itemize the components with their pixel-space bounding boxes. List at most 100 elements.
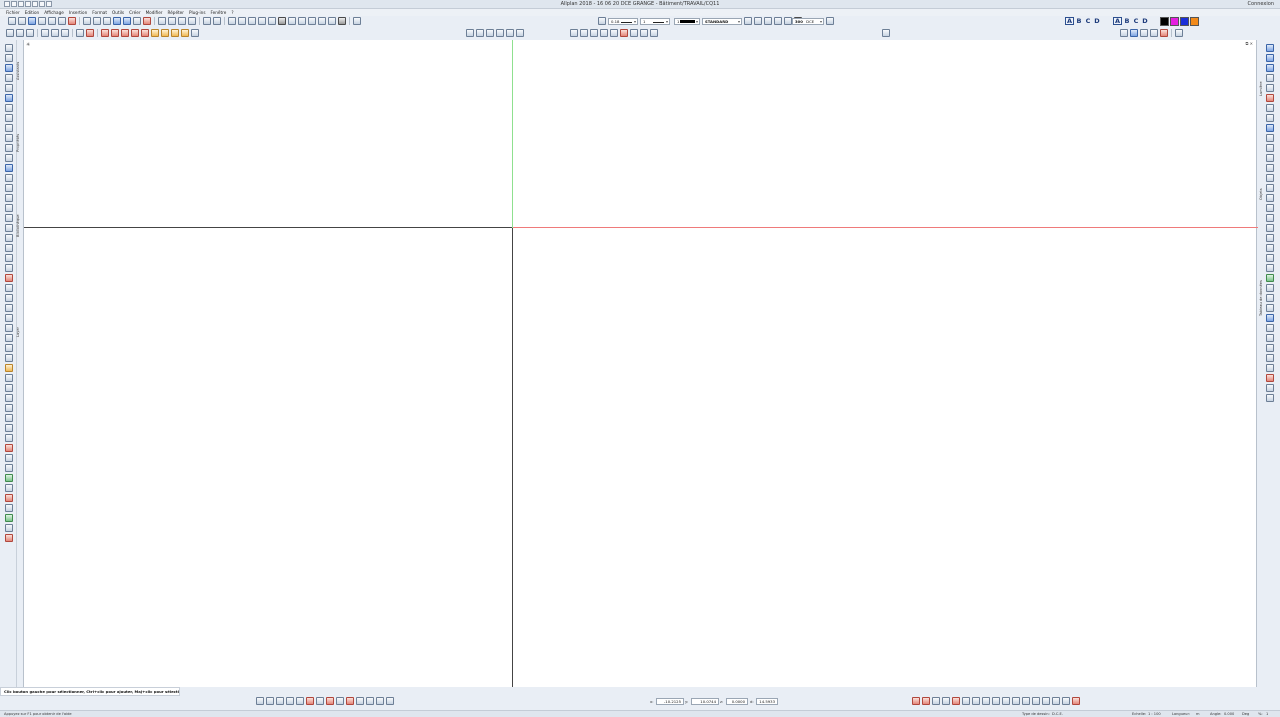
- snap-midpoint-icon[interactable]: [600, 29, 608, 37]
- user-login[interactable]: Connexion: [1248, 1, 1274, 7]
- edit-tool-icon-5[interactable]: [952, 697, 960, 705]
- legend-icon[interactable]: [5, 394, 13, 402]
- menu-modifier[interactable]: Modifier: [146, 9, 163, 16]
- opening-tool-icon[interactable]: [151, 29, 159, 37]
- fill-icon[interactable]: [5, 184, 13, 192]
- block-icon[interactable]: [5, 204, 13, 212]
- site-icon[interactable]: [5, 484, 13, 492]
- point-mode-icon-3[interactable]: [276, 697, 284, 705]
- object-icon-23[interactable]: [1266, 294, 1274, 302]
- circle-icon[interactable]: [5, 74, 13, 82]
- stair-icon[interactable]: [268, 17, 276, 25]
- roof-icon[interactable]: [258, 17, 266, 25]
- column-tool-icon[interactable]: [111, 29, 119, 37]
- delete-icon[interactable]: [143, 17, 151, 25]
- snap-point-icon[interactable]: [570, 29, 578, 37]
- pen-color-select[interactable]: 1 ▾: [674, 18, 700, 25]
- front-view-icon[interactable]: [476, 29, 484, 37]
- spline-icon[interactable]: [5, 94, 13, 102]
- stretch-icon[interactable]: [5, 304, 13, 312]
- snap-center-icon[interactable]: [630, 29, 638, 37]
- x-coordinate-field[interactable]: -10.2125: [656, 698, 684, 705]
- menu-insertion[interactable]: Insertion: [69, 9, 87, 16]
- zoom-window-icon[interactable]: [6, 29, 14, 37]
- object-icon-5[interactable]: [1266, 114, 1274, 122]
- open-file-icon[interactable]: [38, 17, 46, 25]
- cross-icon[interactable]: [278, 17, 286, 25]
- object-icon-4[interactable]: [1266, 104, 1274, 112]
- pencil-icon[interactable]: [1120, 29, 1128, 37]
- angle-dimension-icon[interactable]: [5, 264, 13, 272]
- pen-icon[interactable]: [598, 17, 606, 25]
- menu-plugins[interactable]: Plug-ins: [189, 9, 206, 16]
- image-icon[interactable]: [5, 514, 13, 522]
- object-icon-6[interactable]: [1266, 124, 1274, 132]
- object-icon-2[interactable]: [1266, 84, 1274, 92]
- iso-view-icon[interactable]: [496, 29, 504, 37]
- line-icon[interactable]: [228, 17, 236, 25]
- object-icon-22[interactable]: [1266, 284, 1274, 292]
- object-icon-32[interactable]: [1266, 384, 1274, 392]
- hatch-tool-icon[interactable]: [5, 164, 13, 172]
- view-icon[interactable]: [318, 17, 326, 25]
- text-style-a-button[interactable]: A: [1065, 17, 1074, 25]
- point-mode-icon-8[interactable]: [326, 697, 334, 705]
- edit-tool-icon-8[interactable]: [982, 697, 990, 705]
- dimension-icon[interactable]: [1140, 29, 1148, 37]
- area-icon[interactable]: [5, 344, 13, 352]
- point-mode-icon-11[interactable]: [356, 697, 364, 705]
- break-icon[interactable]: [5, 284, 13, 292]
- tab-properties[interactable]: Propriétés: [16, 134, 20, 152]
- text-tool-icon[interactable]: [5, 364, 13, 372]
- fillet-icon[interactable]: [5, 144, 13, 152]
- text-style-a2-button[interactable]: A: [1113, 17, 1122, 25]
- edit-tool-icon-15[interactable]: [1052, 697, 1060, 705]
- line-type-select[interactable]: 1 ▾: [640, 18, 670, 25]
- edit-tool-icon-11[interactable]: [1012, 697, 1020, 705]
- grid-icon[interactable]: [5, 504, 13, 512]
- object-icon-14[interactable]: [1266, 204, 1274, 212]
- pattern-icon[interactable]: [5, 174, 13, 182]
- delete-tool-icon[interactable]: [5, 274, 13, 282]
- point-mode-icon-12[interactable]: [366, 697, 374, 705]
- angle-unit[interactable]: Deg: [1242, 712, 1249, 716]
- region-icon[interactable]: [5, 194, 13, 202]
- object-icon-24[interactable]: [1266, 304, 1274, 312]
- text-style-c-button[interactable]: C: [1084, 17, 1092, 25]
- mirror-icon[interactable]: [76, 29, 84, 37]
- drawing-type-value[interactable]: D.C.E.: [1052, 712, 1063, 716]
- snap-grid-icon[interactable]: [580, 29, 588, 37]
- rotate-icon[interactable]: [61, 29, 69, 37]
- filter-icon[interactable]: [1266, 54, 1274, 62]
- plot-icon[interactable]: [58, 17, 66, 25]
- edit-tool-icon-13[interactable]: [1032, 697, 1040, 705]
- menu-format[interactable]: Format: [92, 9, 107, 16]
- undo-arrow-icon[interactable]: [113, 17, 121, 25]
- point-mode-icon-14[interactable]: [386, 697, 394, 705]
- y-coordinate-field[interactable]: 10.0744: [691, 698, 719, 705]
- edit-tool-icon-6[interactable]: [962, 697, 970, 705]
- object-icon-11[interactable]: [1266, 174, 1274, 182]
- zoom-icon[interactable]: [353, 17, 361, 25]
- zoom-all-icon[interactable]: [16, 29, 24, 37]
- xref-icon[interactable]: [5, 534, 13, 542]
- point-mode-icon-4[interactable]: [286, 697, 294, 705]
- text-icon[interactable]: [1130, 29, 1138, 37]
- length-unit[interactable]: m: [1196, 712, 1200, 716]
- label-tool-icon[interactable]: [5, 374, 13, 382]
- snap-tangent-icon[interactable]: [620, 29, 628, 37]
- copy-move-icon[interactable]: [51, 29, 59, 37]
- recess-tool-icon[interactable]: [191, 29, 199, 37]
- wall-tool-icon[interactable]: [101, 29, 109, 37]
- layer-lock-icon[interactable]: [764, 17, 772, 25]
- chamfer-icon[interactable]: [5, 154, 13, 162]
- object-icon-1[interactable]: [1266, 74, 1274, 82]
- measure-icon[interactable]: [5, 334, 13, 342]
- object-icon-12[interactable]: [1266, 184, 1274, 192]
- reference-icon[interactable]: [5, 524, 13, 532]
- text-style-c2-button[interactable]: C: [1132, 17, 1140, 25]
- redo-icon[interactable]: [213, 17, 221, 25]
- extend-icon[interactable]: [5, 134, 13, 142]
- menu-repeter[interactable]: Répéter: [168, 9, 184, 16]
- layer-set-icon[interactable]: [774, 17, 782, 25]
